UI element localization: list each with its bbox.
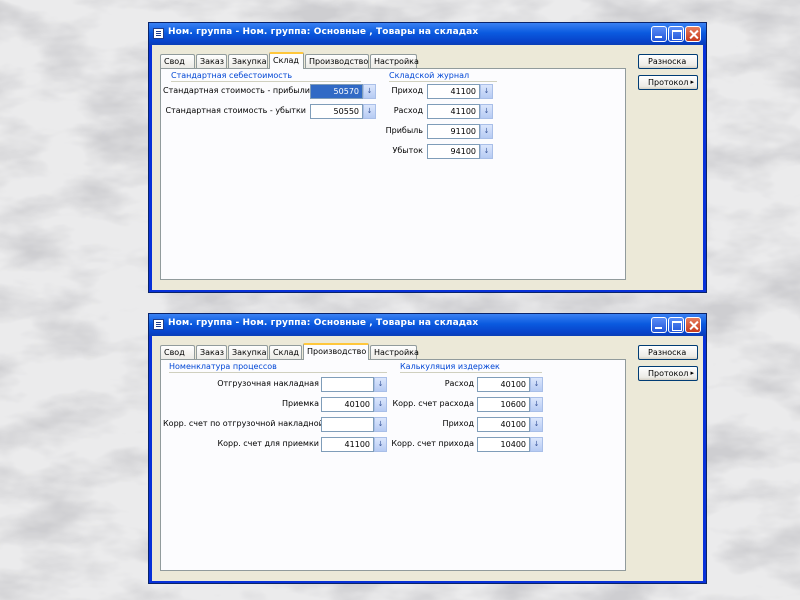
razноска-button[interactable]: Разноска (638, 345, 698, 360)
chevron-right-icon: ▸ (690, 369, 694, 377)
tab-zakupka[interactable]: Закупка (228, 54, 268, 68)
tab-svod[interactable]: Свод (160, 54, 195, 68)
field-label: Отгрузочная накладная (217, 379, 319, 388)
field-label: Стандартная стоимость - убытки (165, 106, 306, 115)
field-label: Корр. счет для приемки (217, 439, 319, 448)
window-proizvodstvo: Ном. группа - Ном. группа: Основные , То… (148, 313, 707, 584)
tab-panel-proizvodstvo: Номенклатура процессов Калькуляция издер… (160, 359, 626, 571)
field-label: Приемка (282, 399, 319, 408)
field-label: Убыток (392, 146, 423, 155)
stock-income-field[interactable]: 41100 (427, 84, 480, 99)
tab-nastroyka[interactable]: Настройка (370, 54, 419, 68)
tab-nastroyka[interactable]: Настройка (370, 345, 419, 359)
group-title-stock-journal: Складской журнал (389, 71, 470, 80)
minimize-button[interactable] (651, 317, 667, 333)
stock-expense-field[interactable]: 41100 (427, 104, 480, 119)
field-label: Корр. счет по отгрузочной накладной (163, 419, 324, 428)
group-divider (389, 81, 497, 82)
lookup-arrow-icon[interactable]: ↓ (480, 144, 493, 159)
field-label: Корр. счет расхода (392, 399, 474, 408)
lookup-arrow-icon[interactable]: ↓ (374, 417, 387, 432)
lookup-arrow-icon[interactable]: ↓ (480, 124, 493, 139)
lookup-arrow-icon[interactable]: ↓ (530, 377, 543, 392)
title-bar[interactable]: Ном. группа - Ном. группа: Основные , То… (149, 23, 706, 45)
button-label: Разноска (648, 348, 687, 357)
protocol-button[interactable]: Протокол ▸ (638, 75, 698, 90)
group-title-process-nomenclature: Номенклатура процессов (169, 362, 277, 371)
cost-expense-field[interactable]: 40100 (477, 377, 530, 392)
acceptance-field[interactable]: 40100 (321, 397, 374, 412)
tab-proizvodstvo[interactable]: Производство (303, 343, 369, 360)
field-label: Стандартная стоимость - прибыли (163, 86, 310, 95)
lookup-arrow-icon[interactable]: ↓ (374, 397, 387, 412)
tab-sklad[interactable]: Склад (269, 345, 302, 359)
button-label: Разноска (648, 57, 687, 66)
standard-cost-loss-field[interactable]: 50550 (310, 104, 363, 119)
tab-panel-sklad: Стандартная себестоимость Складской журн… (160, 68, 626, 280)
lookup-arrow-icon[interactable]: ↓ (480, 104, 493, 119)
razноска-button[interactable]: Разноска (638, 54, 698, 69)
shipping-invoice-field[interactable] (321, 377, 374, 392)
app-icon[interactable] (153, 319, 164, 330)
lookup-arrow-icon[interactable]: ↓ (530, 417, 543, 432)
group-divider (400, 372, 542, 373)
field-label: Приход (442, 419, 474, 428)
app-icon[interactable] (153, 28, 164, 39)
group-title-cost-calculation: Калькуляция издержек (400, 362, 500, 371)
close-button[interactable] (685, 317, 701, 333)
tab-sklad[interactable]: Склад (269, 52, 304, 69)
group-title-standard-cost: Стандартная себестоимость (171, 71, 293, 80)
close-button[interactable] (685, 26, 701, 42)
cost-income-field[interactable]: 40100 (477, 417, 530, 432)
stock-loss-field[interactable]: 94100 (427, 144, 480, 159)
window-client: Свод Заказ Закупка Склад Производство На… (152, 45, 703, 290)
tab-zakupka[interactable]: Закупка (228, 345, 268, 359)
group-divider (169, 372, 387, 373)
lookup-arrow-icon[interactable]: ↓ (374, 377, 387, 392)
lookup-arrow-icon[interactable]: ↓ (480, 84, 493, 99)
field-label: Корр. счет прихода (391, 439, 474, 448)
maximize-button[interactable] (668, 317, 684, 333)
button-label: Протокол (648, 369, 689, 378)
corr-account-expense-field[interactable]: 10600 (477, 397, 530, 412)
field-label: Приход (391, 86, 423, 95)
field-label: Прибыль (385, 126, 423, 135)
stock-profit-field[interactable]: 91100 (427, 124, 480, 139)
tab-zakaz[interactable]: Заказ (196, 345, 227, 359)
tab-svod[interactable]: Свод (160, 345, 195, 359)
window-title: Ном. группа - Ном. группа: Основные , То… (168, 318, 479, 328)
protocol-button[interactable]: Протокол ▸ (638, 366, 698, 381)
group-divider (171, 81, 361, 82)
lookup-arrow-icon[interactable]: ↓ (530, 397, 543, 412)
corr-account-income-field[interactable]: 10400 (477, 437, 530, 452)
minimize-button[interactable] (651, 26, 667, 42)
title-bar[interactable]: Ном. группа - Ном. группа: Основные , То… (149, 314, 706, 336)
tab-zakaz[interactable]: Заказ (196, 54, 227, 68)
field-label: Расход (393, 106, 423, 115)
window-title: Ном. группа - Ном. группа: Основные , То… (168, 27, 479, 37)
corr-account-shipping-field[interactable] (321, 417, 374, 432)
window-client: Свод Заказ Закупка Склад Производство На… (152, 336, 703, 581)
lookup-arrow-icon[interactable]: ↓ (530, 437, 543, 452)
button-label: Протокол (648, 78, 689, 87)
lookup-arrow-icon[interactable]: ↓ (374, 437, 387, 452)
corr-account-acceptance-field[interactable]: 41100 (321, 437, 374, 452)
field-label: Расход (444, 379, 474, 388)
chevron-right-icon: ▸ (690, 78, 694, 86)
window-sklad: Ном. группа - Ном. группа: Основные , То… (148, 22, 707, 293)
tab-proizvodstvo[interactable]: Производство (305, 54, 369, 68)
maximize-button[interactable] (668, 26, 684, 42)
standard-cost-profit-field[interactable]: 50570 (310, 84, 363, 99)
